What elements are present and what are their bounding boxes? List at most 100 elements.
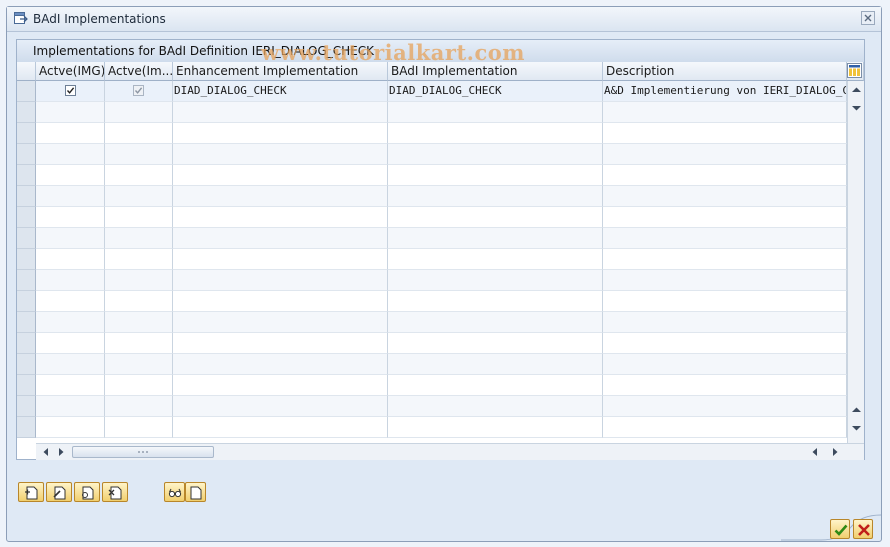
table-cell[interactable] [36, 375, 105, 396]
table-cell[interactable] [36, 102, 105, 123]
table-cell[interactable] [105, 312, 173, 333]
table-cell[interactable] [36, 417, 105, 438]
table-cell[interactable] [173, 207, 388, 228]
table-cell[interactable] [603, 102, 847, 123]
row-selector[interactable] [17, 354, 36, 375]
row-selector[interactable] [17, 165, 36, 186]
column-header-active-impl[interactable]: Actve(Im... [105, 62, 173, 81]
table-cell[interactable] [603, 396, 847, 417]
row-selector[interactable] [17, 312, 36, 333]
table-cell[interactable] [105, 81, 173, 102]
title-bar[interactable]: BAdI Implementations [7, 7, 881, 32]
table-cell[interactable] [105, 186, 173, 207]
active-img-checkbox[interactable] [65, 85, 76, 96]
column-header-enhancement-implementation[interactable]: Enhancement Implementation [173, 62, 388, 81]
table-cell[interactable] [603, 333, 847, 354]
table-cell[interactable] [36, 81, 105, 102]
table-cell[interactable] [173, 291, 388, 312]
row-selector[interactable] [17, 123, 36, 144]
table-cell[interactable] [388, 165, 603, 186]
table-cell[interactable] [105, 249, 173, 270]
table-cell[interactable]: DIAD_DIALOG_CHECK [173, 81, 388, 102]
table-cell[interactable] [603, 165, 847, 186]
table-cell[interactable] [173, 417, 388, 438]
table-cell[interactable] [105, 123, 173, 144]
table-cell[interactable] [388, 396, 603, 417]
table-cell[interactable] [603, 144, 847, 165]
table-cell[interactable] [36, 354, 105, 375]
row-selector[interactable] [17, 417, 36, 438]
row-selector[interactable] [17, 144, 36, 165]
row-selector[interactable] [17, 333, 36, 354]
row-selector[interactable] [17, 249, 36, 270]
table-cell[interactable] [105, 144, 173, 165]
table-cell[interactable] [173, 312, 388, 333]
row-selector[interactable] [17, 81, 36, 102]
table-cell[interactable] [36, 144, 105, 165]
cancel-button[interactable] [853, 519, 873, 539]
table-cell[interactable] [36, 186, 105, 207]
table-cell[interactable] [105, 417, 173, 438]
row-selector[interactable] [17, 102, 36, 123]
change-implementation-button[interactable] [46, 482, 72, 502]
display-implementation-button[interactable] [74, 482, 100, 502]
table-cell[interactable] [36, 396, 105, 417]
table-cell[interactable] [388, 186, 603, 207]
column-header-description[interactable]: Description [603, 62, 847, 81]
table-cell[interactable] [105, 375, 173, 396]
table-cell[interactable] [36, 333, 105, 354]
table-cell[interactable] [603, 354, 847, 375]
table-cell[interactable] [388, 249, 603, 270]
table-cell[interactable] [105, 228, 173, 249]
horizontal-scroll-thumb[interactable] [72, 446, 214, 458]
scroll-right-icon[interactable] [56, 446, 66, 458]
table-cell[interactable] [603, 270, 847, 291]
table-cell[interactable] [105, 207, 173, 228]
table-cell[interactable] [388, 312, 603, 333]
row-selector[interactable] [17, 375, 36, 396]
row-selector[interactable] [17, 228, 36, 249]
table-cell[interactable] [105, 396, 173, 417]
confirm-button[interactable] [830, 519, 850, 539]
column-header-badi-implementation[interactable]: BAdI Implementation [388, 62, 603, 81]
row-selector[interactable] [17, 186, 36, 207]
row-selector[interactable] [17, 207, 36, 228]
display-glasses-button[interactable] [164, 482, 185, 502]
table-cell[interactable] [105, 165, 173, 186]
table-cell[interactable] [173, 270, 388, 291]
table-cell[interactable] [173, 249, 388, 270]
table-cell[interactable] [388, 375, 603, 396]
horizontal-scrollbar[interactable] [36, 443, 864, 460]
row-selector[interactable] [17, 291, 36, 312]
table-cell[interactable] [105, 270, 173, 291]
table-cell[interactable] [173, 333, 388, 354]
table-cell[interactable] [388, 102, 603, 123]
column-header-active-img[interactable]: Actve(IMG) [36, 62, 105, 81]
table-cell[interactable] [173, 186, 388, 207]
table-cell[interactable] [173, 354, 388, 375]
table-cell[interactable] [603, 186, 847, 207]
table-cell[interactable] [105, 102, 173, 123]
table-cell[interactable] [173, 228, 388, 249]
table-cell[interactable] [603, 228, 847, 249]
table-cell[interactable] [173, 396, 388, 417]
table-cell[interactable] [388, 354, 603, 375]
table-cell[interactable] [603, 249, 847, 270]
table-cell[interactable] [105, 354, 173, 375]
table-cell[interactable] [105, 333, 173, 354]
scroll-far-left-icon[interactable] [810, 446, 820, 458]
table-cell[interactable] [173, 375, 388, 396]
table-cell[interactable] [173, 165, 388, 186]
table-cell[interactable] [388, 417, 603, 438]
table-cell[interactable] [36, 249, 105, 270]
close-button[interactable] [861, 11, 875, 25]
table-cell[interactable] [173, 102, 388, 123]
scroll-up-icon[interactable] [849, 85, 864, 95]
table-cell[interactable] [36, 270, 105, 291]
vertical-scrollbar[interactable] [847, 81, 864, 443]
table-cell[interactable] [603, 291, 847, 312]
table-cell[interactable] [388, 291, 603, 312]
table-cell[interactable] [388, 228, 603, 249]
table-cell[interactable] [36, 165, 105, 186]
row-selector[interactable] [17, 396, 36, 417]
